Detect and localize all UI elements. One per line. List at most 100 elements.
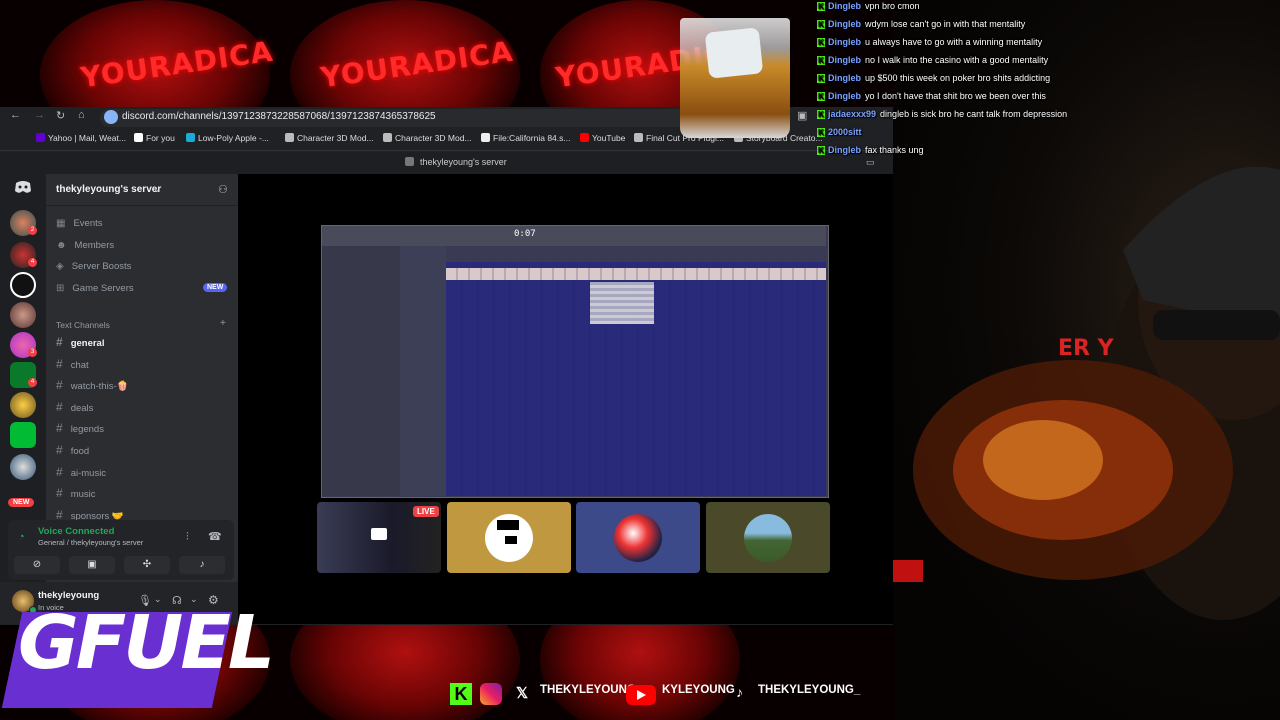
chat-text: fax thanks ung <box>865 145 924 155</box>
chat-text: dingleb is sick bro he cant talk from de… <box>880 109 1068 119</box>
add-member-icon[interactable]: ⚇ <box>218 183 228 196</box>
channel-item[interactable]: # general <box>56 335 104 349</box>
channel-item[interactable]: # legends <box>56 421 104 435</box>
signal-icon: ◔ <box>18 531 25 543</box>
chevron-down-icon[interactable]: ⌄ <box>153 184 161 195</box>
disconnect-icon[interactable]: ☎ <box>208 530 222 543</box>
channel-label: general <box>70 338 105 349</box>
bookmark-favicon-icon <box>285 133 294 142</box>
server-avatar[interactable] <box>10 302 36 328</box>
channel-item[interactable]: # ai-music <box>56 465 106 479</box>
chat-username: jadaexxx99 <box>828 109 877 119</box>
bookmark-label: YouTube <box>592 133 626 143</box>
inbox-icon[interactable]: ▭ <box>866 157 875 168</box>
boost-icon: ◈ <box>56 261 64 272</box>
bookmark-favicon-icon <box>134 133 143 142</box>
bookmark-item[interactable]: For you <box>134 133 175 143</box>
members-icon: ☻ <box>56 239 67 251</box>
voice-status[interactable]: Voice Connected <box>38 526 114 537</box>
voice-channel-detail[interactable]: General / thekyleyoung's server <box>38 538 143 547</box>
chat-username: Dingleb <box>828 19 861 29</box>
url-text[interactable]: discord.com/channels/1397123873228587068… <box>122 111 436 122</box>
participant-avatar <box>614 514 662 562</box>
screen-share-icon <box>371 528 387 540</box>
channel-item[interactable]: # deals <box>56 400 93 414</box>
server-menu-item[interactable]: ▦ Events <box>56 218 103 229</box>
bookmark-item[interactable]: Low-Poly Apple -... <box>186 133 269 143</box>
soundboard-button[interactable]: ♪ <box>179 556 225 574</box>
bookmark-item[interactable]: Character 3D Mod... <box>383 133 472 143</box>
bookmark-label: Yahoo | Mail, Weat... <box>48 133 126 143</box>
participant-tile[interactable] <box>576 502 700 573</box>
channel-item[interactable]: # food <box>56 443 89 457</box>
noise-suppression-icon[interactable]: ⫶ <box>186 531 189 544</box>
server-avatar[interactable] <box>10 454 36 480</box>
chat-message: Kjadaexxx99 dingleb is sick bro he cant t… <box>817 109 1067 119</box>
reload-icon[interactable]: ↻ <box>56 109 65 122</box>
youtube-handle: KYLEYOUNG <box>662 684 735 696</box>
daw-browser-panel <box>322 246 400 496</box>
daw-time-display: 0:07 <box>514 229 536 239</box>
chat-username: Dingleb <box>828 91 861 101</box>
chat-username: Dingleb <box>828 1 861 11</box>
live-badge: LIVE <box>413 506 439 517</box>
kick-badge-icon: K <box>817 92 825 101</box>
chat-text: no I walk into the casino with a good me… <box>865 55 1049 65</box>
window-title: thekyleyoung's server <box>420 157 507 167</box>
webcam-feed: ER Y <box>893 0 1280 720</box>
daw-track-headers <box>400 246 446 496</box>
discord-logo-icon[interactable] <box>14 180 32 194</box>
server-name[interactable]: thekyleyoung's server <box>56 184 161 195</box>
server-menu-label: Game Servers <box>72 282 134 294</box>
server-avatar[interactable] <box>10 422 36 448</box>
chat-text: yo I don't have that shit bro we been ov… <box>865 91 1046 101</box>
daw-toolbar: 0:07 <box>322 226 826 246</box>
divider <box>46 205 238 206</box>
server-menu-item[interactable]: ⊞ Game Servers <box>56 283 134 294</box>
site-info-icon[interactable] <box>104 110 118 124</box>
chat-message: K 2000sitt <box>817 127 866 137</box>
camera-off-button[interactable]: ⊘ <box>14 556 60 574</box>
chat-message: K Dingleb up $500 this week on poker bro s… <box>817 73 1050 83</box>
bookmark-favicon-icon <box>36 133 45 142</box>
unread-badge: 3 <box>28 348 37 357</box>
extensions-icon[interactable]: ▣ <box>797 109 807 122</box>
channel-label: watch-this-🍿 <box>70 381 129 393</box>
chat-username: Dingleb <box>828 55 861 65</box>
channel-label: chat <box>70 359 89 371</box>
channel-label: ai-music <box>70 467 107 479</box>
participant-tile[interactable] <box>447 502 571 573</box>
bookmark-favicon-icon <box>580 133 589 142</box>
kick-badge-icon: K <box>817 146 825 155</box>
server-icon <box>405 157 414 166</box>
server-menu-item[interactable]: ◈ Server Boosts <box>56 261 131 272</box>
back-icon[interactable]: ← <box>10 109 21 121</box>
x-icon: 𝕏 <box>516 685 529 702</box>
bookmark-item[interactable]: YouTube <box>580 133 625 143</box>
kick-badge-icon: K <box>817 20 825 29</box>
hashtag-icon: # <box>56 421 63 436</box>
server-avatar[interactable] <box>10 272 36 298</box>
channel-item[interactable]: # music <box>56 486 96 500</box>
bookmark-item[interactable]: File:California 84.s... <box>481 133 570 143</box>
avatar-detail <box>505 536 517 544</box>
server-menu-item[interactable]: ☻ Members <box>56 240 114 251</box>
forward-icon[interactable]: → <box>34 109 45 121</box>
chat-username: Dingleb <box>828 37 861 47</box>
bookmark-item[interactable]: Yahoo | Mail, Weat... <box>36 133 126 143</box>
screen-share-button[interactable]: ▣ <box>69 556 115 574</box>
channel-item[interactable]: # watch-this-🍿 <box>56 378 128 392</box>
bookmark-item[interactable]: Character 3D Mod... <box>285 133 374 143</box>
activities-button[interactable]: ✣ <box>124 556 170 574</box>
kick-badge-icon: K <box>817 38 825 47</box>
hashtag-icon: # <box>56 486 63 501</box>
chat-message: K Dingleb wdym lose can't go in with that … <box>817 19 1025 29</box>
add-channel-icon[interactable]: + <box>220 318 226 329</box>
channel-item[interactable]: # chat <box>56 357 89 371</box>
home-icon[interactable]: ⌂ <box>78 109 85 121</box>
chat-message: K Dingleb u always have to go with a winni… <box>817 37 1042 47</box>
participant-tile[interactable] <box>706 502 830 573</box>
tiktok-handle: THEKYLEYOUNG_ <box>758 684 861 696</box>
server-avatar[interactable] <box>10 392 36 418</box>
text-channels-header[interactable]: Text Channels <box>56 320 110 330</box>
